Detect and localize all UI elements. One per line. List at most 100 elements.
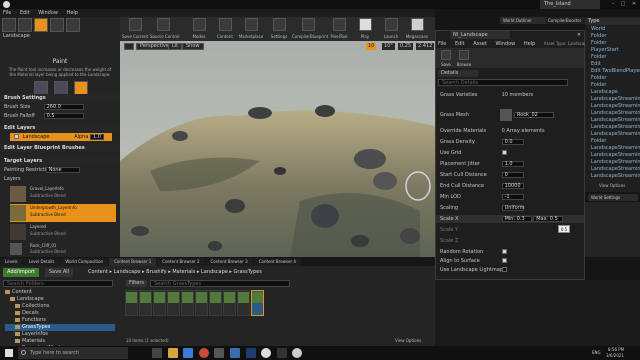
outliner-item[interactable]: Folder — [589, 54, 640, 61]
language-indicator[interactable]: ENG — [592, 350, 601, 355]
folder-tree-item[interactable]: GrassTypes — [5, 324, 115, 331]
random-rotation-checkbox[interactable] — [501, 249, 507, 254]
maximize-button[interactable]: □ — [618, 0, 628, 9]
outliner-item[interactable]: Landscape — [589, 89, 640, 96]
outliner-item[interactable]: LandscapeStreaming — [589, 117, 640, 124]
menu-help[interactable]: Help — [67, 10, 78, 16]
breadcrumb-item[interactable]: Landscape — [201, 269, 228, 275]
folder-tree-item[interactable]: Content — [5, 289, 115, 296]
show-button[interactable]: Show — [182, 43, 204, 50]
layer-item[interactable]: Layered Subtractive Blend — [10, 223, 116, 241]
asset-tile[interactable] — [181, 290, 194, 316]
asset-tile[interactable] — [237, 290, 250, 316]
clock-time[interactable]: 8:56 PM — [608, 347, 624, 352]
edit-layers-header[interactable]: Edit Layers — [0, 124, 120, 132]
editor-menu-asset[interactable]: Asset — [473, 41, 487, 47]
editor-tab[interactable]: NI_Landscape — [450, 31, 510, 39]
save-all-button[interactable]: Save All — [45, 268, 74, 277]
layer-item[interactable]: Gravel_LayerInfo Subtractive Blend — [10, 185, 116, 203]
level-viewport[interactable]: Perspective Lit Show 10 10° 0.25 2.412 — [120, 41, 435, 257]
outliner-item[interactable]: LandscapeStreaming — [589, 173, 640, 178]
source-control-button[interactable]: Source Control — [150, 17, 179, 41]
editor-save-button[interactable]: Save — [439, 50, 453, 67]
lit-button[interactable]: Lit — [168, 43, 183, 50]
end-cull-input[interactable]: 10000 — [501, 182, 524, 189]
asset-search-input[interactable]: Search GrassTypes — [150, 280, 290, 287]
bottom-tab[interactable]: Content Browser 1 — [109, 258, 157, 266]
asset-tile[interactable] — [195, 290, 208, 316]
landscape-lightmap-checkbox[interactable] — [501, 267, 507, 272]
close-button[interactable]: ✕ — [628, 0, 640, 9]
outliner-item[interactable]: LandscapeStreaming — [589, 145, 640, 152]
compiler-blueprint-button[interactable]: CompilerBlueprint — [292, 17, 328, 41]
scale-x-max-input[interactable]: Max: 0.5 — [533, 215, 564, 222]
blueprint-brushes-header[interactable]: Edit Layer Blueprint Brushes — [0, 144, 120, 152]
bottom-tab[interactable]: Content Browser 4 — [253, 258, 301, 266]
outliner-item[interactable]: LandscapeStreaming — [589, 103, 640, 110]
asset-tile[interactable] — [251, 290, 264, 316]
edit-layer-row[interactable]: Landscape Alpha 1.0 — [10, 133, 112, 141]
editor-menu-window[interactable]: Window — [496, 41, 516, 47]
landscape-mode-icon[interactable] — [34, 18, 48, 32]
painting-restriction-select[interactable]: None — [45, 166, 80, 173]
folder-tree-item[interactable]: Functions — [5, 317, 115, 324]
breadcrumb-item[interactable]: Content — [88, 269, 108, 275]
add-import-button[interactable]: Add/Import — [3, 268, 39, 277]
editor-close-button[interactable]: ✕ — [574, 31, 584, 39]
save-current-button[interactable]: Save Current — [122, 17, 148, 41]
camera-speed-value[interactable]: 2.412 — [416, 43, 435, 50]
alpha-input[interactable]: 1.0 — [90, 133, 104, 140]
taskbar-search-input[interactable]: Type here to search — [18, 347, 128, 359]
outliner-item[interactable]: Edit — [589, 61, 640, 68]
pixel-tool-button[interactable]: PixelTool — [326, 17, 352, 41]
outliner-item[interactable]: LandscapeStreaming — [589, 96, 640, 103]
outliner-item[interactable]: LandscapeStreaming — [589, 159, 640, 166]
bottom-tab[interactable]: Level Details — [23, 258, 60, 266]
outliner-item[interactable]: LandscapeStreaming — [589, 110, 640, 117]
target-layers-header[interactable]: Target Layers — [0, 157, 120, 165]
cb-view-options[interactable]: View Options — [395, 338, 421, 343]
bottom-tab[interactable]: World Composition — [60, 258, 109, 266]
launch-button[interactable]: Launch — [378, 17, 404, 41]
outliner-item[interactable]: LandscapeStreaming — [589, 152, 640, 159]
editor-menu-help[interactable]: Help — [524, 41, 535, 47]
rotation-snap-value[interactable]: 10° — [382, 43, 395, 50]
folder-tree-item[interactable]: Decals — [5, 310, 115, 317]
bottom-tab[interactable]: Content Browser 2 — [157, 258, 205, 266]
outliner-item[interactable]: Folder — [589, 138, 640, 145]
chrome-icon[interactable] — [198, 348, 209, 358]
outliner-item[interactable]: World — [589, 26, 640, 33]
folder-tree-item[interactable]: Materials — [5, 338, 115, 345]
megascans-button[interactable]: Megascans — [404, 17, 430, 41]
align-surface-checkbox[interactable] — [501, 258, 507, 263]
editor-menu-file[interactable]: File — [438, 41, 446, 47]
menu-edit[interactable]: Edit — [20, 10, 30, 16]
min-lod-input[interactable]: -1 — [501, 193, 524, 200]
settings-button[interactable]: Settings — [266, 17, 292, 41]
breadcrumb-item[interactable]: Landscape — [114, 269, 141, 275]
folder-tree-item[interactable]: Landscape — [5, 296, 115, 303]
bottom-tab[interactable]: Content Browser 3 — [205, 258, 253, 266]
outliner-item[interactable]: Edit TwoBlendPlayer — [589, 68, 640, 75]
outliner-item[interactable]: LandscapeStreaming — [589, 124, 640, 131]
task-view-icon[interactable] — [152, 348, 162, 358]
layer-item-selected[interactable]: Undergrowth_LayerInfo Subtractive Blend — [10, 204, 116, 222]
unreal-editor-icon[interactable] — [292, 348, 303, 358]
compile-booster-tab[interactable]: CompilerBooster — [545, 17, 585, 24]
geometry-mode-icon[interactable] — [66, 18, 80, 32]
asset-tile[interactable] — [125, 290, 138, 316]
photoshop-icon[interactable] — [245, 348, 256, 358]
mail-icon[interactable] — [229, 348, 240, 358]
editor-browse-button[interactable]: Browse — [456, 50, 472, 67]
menu-window[interactable]: Window — [38, 10, 58, 16]
scale-snap-value[interactable]: 0.25 — [398, 43, 414, 50]
file-explorer-icon[interactable] — [167, 348, 178, 358]
layer-item[interactable]: Rock_Cliff_01 Subtractive Blend — [10, 242, 116, 256]
asset-tile[interactable] — [223, 290, 236, 316]
outliner-item[interactable]: LandscapeStreaming — [589, 131, 640, 138]
asset-tile[interactable] — [209, 290, 222, 316]
editor-menu-edit[interactable]: Edit — [455, 41, 465, 47]
viewport-options-button[interactable] — [124, 43, 134, 50]
outliner-item[interactable]: Folder — [589, 75, 640, 82]
filters-button[interactable]: Filters — [126, 280, 147, 287]
